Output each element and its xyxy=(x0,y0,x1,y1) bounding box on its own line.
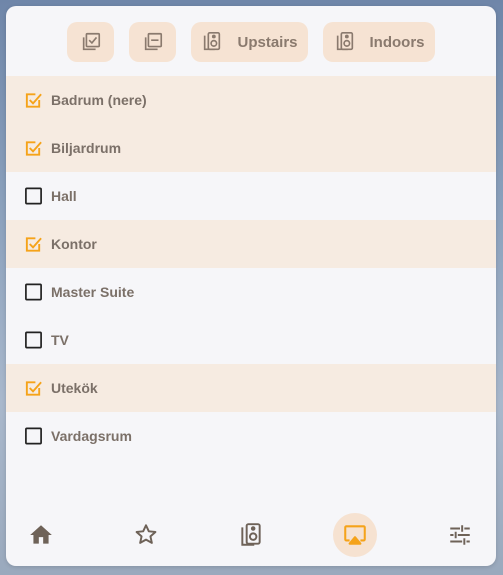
speaker-icon xyxy=(201,31,223,53)
group-upstairs-button[interactable]: Upstairs xyxy=(191,22,308,62)
select-all-button[interactable] xyxy=(67,22,114,62)
room-row[interactable]: TV xyxy=(6,316,496,364)
checkbox-checked-icon[interactable] xyxy=(24,139,43,158)
checkbox-multiple-minus-icon xyxy=(142,31,164,53)
room-row[interactable]: Hall xyxy=(6,172,496,220)
group-indoors-label: Indoors xyxy=(369,33,425,51)
checkbox-unchecked-icon[interactable] xyxy=(24,283,43,302)
airplay-icon xyxy=(342,522,368,548)
nav-favorites-button[interactable] xyxy=(124,513,168,557)
nav-home-button[interactable] xyxy=(19,513,63,557)
checkbox-checked-icon[interactable] xyxy=(24,379,43,398)
speaker-icon xyxy=(334,31,356,53)
room-label: Vardagsrum xyxy=(51,428,132,444)
room-row[interactable]: Vardagsrum xyxy=(6,412,496,460)
tune-icon xyxy=(447,522,473,548)
room-label: TV xyxy=(51,332,69,348)
deselect-all-button[interactable] xyxy=(129,22,176,62)
group-toolbar: Upstairs Indoors xyxy=(6,6,496,76)
home-icon xyxy=(28,522,54,548)
media-player-panel: Upstairs Indoors Badrum (nere) Biljardrum… xyxy=(6,6,496,566)
group-indoors-button[interactable]: Indoors xyxy=(323,22,435,62)
checkbox-unchecked-icon[interactable] xyxy=(24,331,43,350)
room-row[interactable]: Biljardrum xyxy=(6,124,496,172)
nav-settings-button[interactable] xyxy=(438,513,482,557)
nav-speakers-button[interactable] xyxy=(229,513,273,557)
bottom-navigation xyxy=(6,510,496,560)
group-upstairs-label: Upstairs xyxy=(237,33,298,51)
checkbox-checked-icon[interactable] xyxy=(24,235,43,254)
room-row[interactable]: Badrum (nere) xyxy=(6,76,496,124)
room-row[interactable]: Master Suite xyxy=(6,268,496,316)
room-label: Hall xyxy=(51,188,77,204)
checkbox-checked-icon[interactable] xyxy=(24,91,43,110)
room-label: Utekök xyxy=(51,380,98,396)
room-label: Master Suite xyxy=(51,284,135,300)
nav-airplay-button[interactable] xyxy=(333,513,377,557)
room-label: Biljardrum xyxy=(51,140,122,156)
checkbox-unchecked-icon[interactable] xyxy=(24,187,43,206)
room-label: Badrum (nere) xyxy=(51,92,147,108)
room-label: Kontor xyxy=(51,236,97,252)
checkbox-unchecked-icon[interactable] xyxy=(24,427,43,446)
room-row[interactable]: Kontor xyxy=(6,220,496,268)
room-row[interactable]: Utekök xyxy=(6,364,496,412)
speaker-icon xyxy=(238,522,264,548)
room-list: Badrum (nere) Biljardrum Hall Kontor Master … xyxy=(6,76,496,460)
star-icon xyxy=(133,522,159,548)
checkbox-multiple-marked-icon xyxy=(80,31,102,53)
